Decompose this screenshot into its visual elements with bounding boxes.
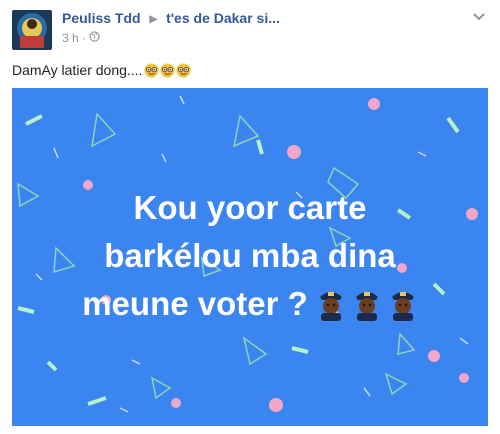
group-name-link[interactable]: t'es de Dakar si... [166,10,280,26]
post-message-text: DamAy latier dong.... [12,62,143,78]
police-officer-icon [391,292,414,321]
nerd-face-icon [144,62,160,78]
post-image[interactable]: Kou yoor carte barkélou mba dina meune v… [12,88,488,426]
image-text-line-2: barkélou mba dina [104,237,396,274]
avatar[interactable] [12,10,52,50]
caret-right-icon: ▶ [149,14,158,25]
separator-dot: · [81,31,86,45]
post-message: DamAy latier dong.... [12,62,192,78]
post-header: Peuliss Tdd ▶ t'es de Dakar si... 3 h · [0,0,500,56]
nerd-face-icon [160,62,176,78]
nerd-face-icon [176,62,192,78]
image-text-line-1: Kou yoor carte [133,189,367,226]
globe-icon[interactable] [89,31,100,45]
chevron-down-icon[interactable] [472,12,486,22]
image-text-line-3: meune voter ? [82,285,308,322]
timestamp-link[interactable]: 3 h [62,31,79,45]
author-name-link[interactable]: Peuliss Tdd [62,10,141,26]
image-text-line-3-row: meune voter ? [12,284,488,324]
police-officer-icon [355,292,378,321]
police-officer-icon [319,292,342,321]
